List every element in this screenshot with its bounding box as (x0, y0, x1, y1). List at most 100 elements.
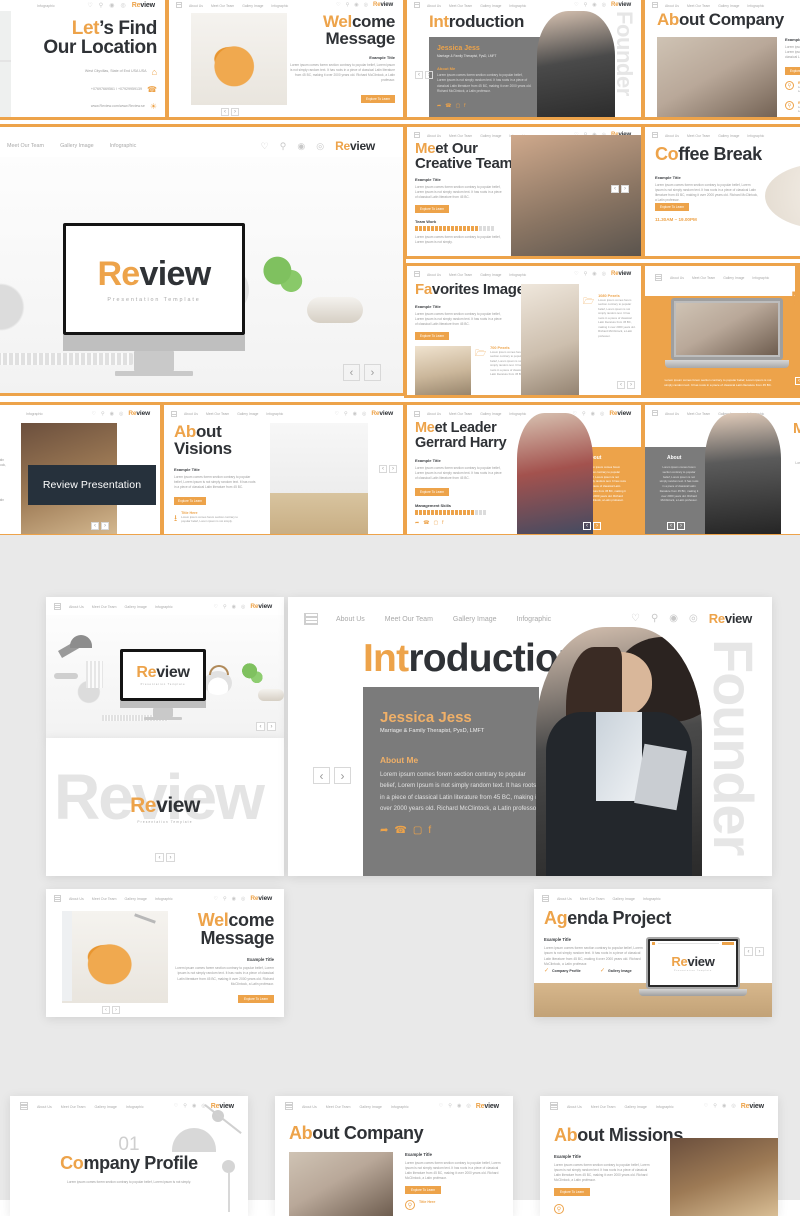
slide-arrows[interactable]: ‹ › (744, 947, 764, 956)
slide-arrows[interactable]: ‹ › (91, 522, 109, 530)
prev-arrow[interactable]: ‹ (379, 465, 387, 473)
clock-icon[interactable]: ◉ (297, 141, 305, 152)
next-arrow[interactable]: › (166, 853, 175, 862)
nav-link[interactable]: About Us (302, 1105, 317, 1109)
hamburger-icon[interactable] (652, 2, 658, 8)
nav-link[interactable]: Meet Our Team (580, 897, 605, 901)
search-icon[interactable]: ⚲ (448, 1103, 452, 1109)
next-arrow[interactable]: › (677, 522, 685, 530)
heart-icon[interactable]: ♡ (574, 271, 578, 277)
hamburger-icon[interactable] (655, 274, 662, 281)
clock-icon[interactable]: ◉ (232, 604, 236, 610)
nav-link[interactable]: About Us (427, 273, 441, 277)
hamburger-icon[interactable] (54, 603, 61, 610)
whatsapp-icon[interactable]: ☎ (423, 520, 429, 526)
slide-arrows[interactable]: ‹ › (102, 1006, 120, 1014)
nav-link[interactable]: Meet Our Team (206, 412, 229, 416)
clock-icon[interactable]: ◉ (110, 411, 114, 417)
nav-link[interactable]: Infographic (509, 273, 526, 277)
heart-icon[interactable]: ♡ (213, 896, 217, 902)
hamburger-icon[interactable] (285, 1102, 293, 1110)
nav-link[interactable]: Meet Our Team (692, 276, 715, 280)
heart-icon[interactable]: ♡ (87, 2, 92, 9)
nav-link[interactable]: Gallery Image (480, 412, 501, 416)
nav-link[interactable]: Infographic (155, 605, 173, 609)
prev-arrow[interactable]: ‹ (221, 108, 229, 116)
instagram-icon[interactable]: ▢ (433, 520, 438, 526)
nav-link[interactable]: Infographic (752, 276, 769, 280)
clock-icon[interactable]: ◉ (592, 271, 596, 277)
slide-arrows[interactable]: ‹ › (795, 377, 800, 385)
heart-icon[interactable]: ♡ (631, 613, 640, 624)
mosaic-slide-meet-partial[interactable]: About Us Meet Our Team Gallery Image Inf… (642, 402, 800, 537)
slide-arrows[interactable]: ‹ › (583, 522, 601, 530)
nav-link[interactable]: About Us (665, 4, 679, 8)
camera-icon[interactable]: ◎ (602, 271, 606, 277)
learn-button[interactable]: Explore To Learn (174, 497, 206, 505)
nav-link[interactable]: Infographic (155, 897, 173, 901)
clock-icon[interactable]: ◉ (192, 1103, 196, 1109)
card-about-company-bottom[interactable]: About Us Meet Our Team Gallery Image Inf… (275, 1096, 513, 1216)
hamburger-icon[interactable] (550, 1102, 558, 1110)
hamburger-icon[interactable] (304, 612, 318, 625)
hamburger-icon[interactable] (176, 2, 182, 8)
nav-link[interactable]: Meet Our Team (449, 4, 472, 8)
whatsapp-icon[interactable]: ☎ (445, 103, 451, 109)
nav-link[interactable]: About Us (427, 412, 441, 416)
slide-arrows[interactable]: ‹ › (343, 364, 381, 381)
nav-link[interactable]: Meet Our Team (449, 134, 472, 138)
learn-button[interactable]: Explore To Learn (785, 67, 800, 75)
nav-link[interactable]: About Us (189, 4, 203, 8)
hamburger-icon[interactable] (652, 132, 658, 138)
clock-icon[interactable]: ◉ (592, 2, 596, 8)
nav-link[interactable]: About Us (665, 412, 679, 416)
next-arrow[interactable]: › (389, 465, 397, 473)
hamburger-icon[interactable] (171, 410, 177, 417)
mosaic-slide-about-company[interactable]: About Us Meet Our Team Gallery Image Inf… (642, 0, 800, 120)
heart-icon[interactable]: ♡ (261, 141, 269, 152)
prev-arrow[interactable]: ‹ (313, 767, 330, 784)
hamburger-icon[interactable] (414, 271, 420, 277)
heart-icon[interactable]: ♡ (336, 2, 340, 8)
search-icon[interactable]: ⚲ (99, 2, 103, 9)
nav-link[interactable]: Infographic (37, 4, 55, 8)
nav-link[interactable]: Infographic (747, 134, 764, 138)
camera-icon[interactable]: ◎ (466, 1103, 470, 1109)
nav-link[interactable]: Meet Our Team (92, 897, 117, 901)
nav-link[interactable]: About Us (670, 276, 684, 280)
card-hero-desk[interactable]: About Us Meet Our Team Gallery Image Inf… (46, 597, 284, 739)
nav-link[interactable]: Meet Our Team (92, 605, 117, 609)
prev-arrow[interactable]: ‹ (415, 71, 423, 79)
clock-icon[interactable]: ◉ (669, 613, 678, 624)
prev-arrow[interactable]: ‹ (343, 364, 360, 381)
nav-link[interactable]: Gallery Image (360, 1105, 382, 1109)
instagram-icon[interactable]: ▢ (413, 825, 422, 836)
mosaic-slide-coffee-break[interactable]: About Us Meet Our Team Gallery Image Inf… (642, 124, 800, 259)
hamburger-icon[interactable] (20, 1102, 28, 1110)
next-arrow[interactable]: › (231, 108, 239, 116)
nav-link[interactable]: Meet Our Team (591, 1105, 616, 1109)
nav-link[interactable]: About Us (37, 1105, 52, 1109)
camera-icon[interactable]: ◎ (364, 2, 368, 8)
next-arrow[interactable]: › (364, 364, 381, 381)
camera-icon[interactable]: ◎ (689, 613, 698, 624)
clock-icon[interactable]: ◉ (722, 1103, 726, 1109)
nav-link[interactable]: Infographic (517, 616, 552, 623)
clock-icon[interactable]: ◉ (354, 2, 358, 8)
learn-button[interactable]: Explore To Learn (655, 203, 689, 211)
learn-button[interactable]: Explore To Learn (238, 995, 274, 1003)
nav-link[interactable]: About Us (69, 897, 84, 901)
search-icon[interactable]: ⚲ (101, 411, 105, 417)
camera-icon[interactable]: ◎ (119, 411, 123, 417)
nav-link[interactable]: Meet Our Team (7, 143, 44, 149)
search-icon[interactable]: ⚲ (713, 1103, 717, 1109)
clock-icon[interactable]: ◉ (109, 2, 114, 9)
nav-link[interactable]: About Us (427, 4, 441, 8)
nav-link[interactable]: Infographic (271, 4, 288, 8)
card-agenda-project[interactable]: About Us Meet Our Team Gallery Image Inf… (534, 889, 772, 1017)
learn-button[interactable]: Explore To Learn (415, 488, 449, 496)
nav-link[interactable]: Gallery Image (480, 4, 501, 8)
learn-button[interactable]: Explore To Learn (554, 1188, 590, 1196)
nav-link[interactable]: About Us (336, 616, 365, 623)
nav-link[interactable]: Infographic (266, 412, 283, 416)
